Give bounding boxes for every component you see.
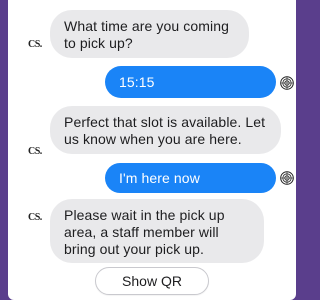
user-avatar-icon xyxy=(280,76,294,90)
cs-logo-icon: CS. xyxy=(28,212,42,223)
show-qr-button[interactable]: Show QR xyxy=(95,267,209,295)
cs-logo-icon: CS. xyxy=(28,146,42,157)
message-text: Perfect that slot is available. Let us k… xyxy=(64,114,266,147)
bot-message-bubble: Please wait in the pick up area, a staff… xyxy=(50,199,264,263)
cs-logo-icon: CS. xyxy=(28,39,42,50)
bot-message-bubble: Perfect that slot is available. Let us k… xyxy=(50,106,281,154)
message-text: 15:15 xyxy=(119,73,155,90)
message-text: Please wait in the pick up area, a staff… xyxy=(64,207,225,257)
message-text: I'm here now xyxy=(119,169,200,186)
chat-screen: What time are you coming to pick up? CS.… xyxy=(8,0,296,300)
user-message-bubble: I'm here now xyxy=(105,163,276,193)
user-message-bubble: 15:15 xyxy=(105,66,276,98)
user-avatar-icon xyxy=(280,171,294,185)
message-text: What time are you coming to pick up? xyxy=(64,18,230,51)
bot-message-bubble: What time are you coming to pick up? xyxy=(50,10,249,58)
